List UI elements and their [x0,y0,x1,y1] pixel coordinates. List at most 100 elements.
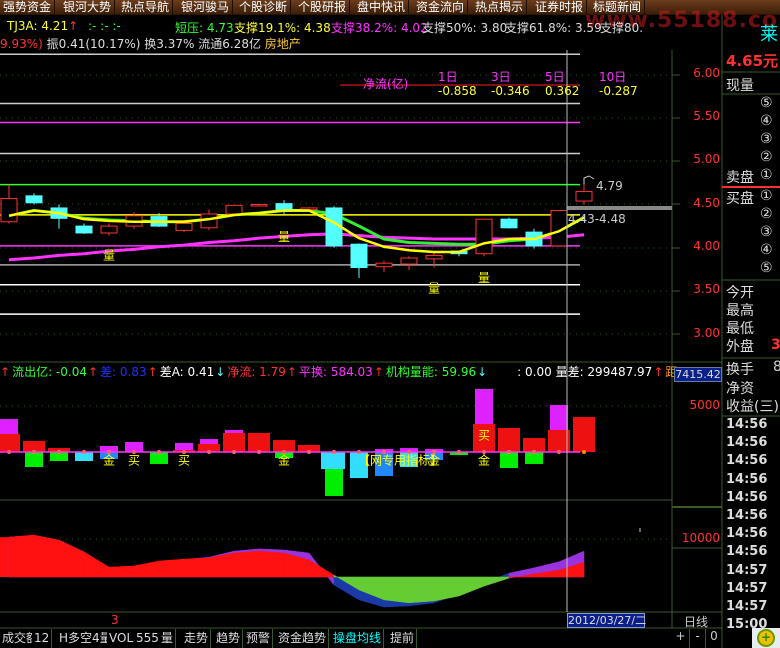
indicator-value: 差A: 0.41 [159,365,215,379]
volume-tick: 5000 [689,398,720,412]
tab-3[interactable]: VOL [107,629,137,648]
oscillator-area [458,576,485,597]
buy-level: ① [760,188,773,204]
trade-time[interactable]: 14:56 [726,490,767,505]
volume-marker: 量 [278,230,290,244]
date-box: 2012/03/27/二 [567,613,647,628]
net-flow-period: 1日 [438,70,458,84]
high-label: 最高 [726,303,754,319]
trade-time[interactable]: 14:56 [726,508,767,523]
tab-1[interactable]: 12 [32,629,53,648]
stock-name-char: 莱 [760,24,778,45]
indicator-value: 流出亿: -0.04 [12,365,87,379]
candle-body [75,225,93,234]
volume-signal-label: 金 [278,452,290,467]
price-tick: 4.00 [693,239,720,253]
volume-bar-down [321,452,345,470]
eps-label: 收益(三) [726,399,779,415]
net-flow-value: -0.287 [599,84,638,98]
indicator-value: ↑ [87,365,99,379]
trade-time[interactable]: 14:56 [726,453,767,468]
low-label: 最低 [726,321,754,337]
oscillator-area [108,565,135,578]
candle-body [575,191,593,202]
buy-level: ② [760,206,773,222]
candle-body [250,203,268,207]
candle-body [25,195,43,204]
oscillator-area [133,560,160,578]
period-label[interactable]: 日线 [684,613,708,630]
volume-bar-up [498,427,520,452]
current-price: 4.65元 [726,52,779,70]
zoom-reset-button[interactable]: 0 [706,629,722,648]
sell-label: 卖盘 [726,170,754,186]
price-tick: 5.50 [693,109,720,123]
zoom-out-button[interactable]: - [690,629,706,648]
candle-body [100,225,118,234]
net-flow-value: -0.346 [491,84,530,98]
tab-10[interactable]: 操盘均线 [331,629,385,648]
indicator-value: ↑ [0,365,11,379]
net-flow-period: 3日 [491,70,511,84]
candle-body [175,222,193,231]
net-flow-value: -0.858 [438,84,477,98]
tab-7[interactable]: 趋势 [214,629,244,648]
price-tick: 3.50 [693,282,720,296]
sell-level: ⑤ [760,95,773,111]
oscillator-area [0,537,9,577]
oscillator-tick: 10000 [681,531,720,545]
turnover-label: 换手 [726,362,754,378]
trade-time[interactable]: 14:57 [726,563,767,578]
indicator-row: ↑ 流出亿: -0.04↑ 差: 0.83↑ 差A: 0.41↓ 净流: 1.79↑ 平换… [0,363,679,380]
chart-canvas[interactable]: 量量量量金买买金【网专用指标】金买金 [0,0,780,648]
trade-time[interactable]: 14:56 [726,472,767,487]
net-flow-period: 10日 [599,70,627,84]
oscillator-area [408,576,435,604]
oscillator-area [183,557,210,578]
zoom-in-button[interactable]: + [672,629,690,648]
flag-icon [583,175,595,184]
oscillator-area [83,551,110,578]
volume-bar-down [25,452,43,467]
tab-8[interactable]: 预警 [244,629,274,648]
ma-magenta-line [8,232,585,262]
volume-signal-label: 买 [178,453,190,467]
trade-time[interactable]: 14:57 [726,599,767,614]
buy-level: ③ [760,224,773,240]
oscillator-area [8,534,35,578]
trade-time[interactable]: 14:56 [726,544,767,559]
volume-marker: 量 [428,282,440,296]
volume-bar-down [500,452,518,469]
marker-label: 3 [111,613,119,627]
trade-time[interactable]: 14:56 [726,417,767,432]
volume-bar-up [223,432,245,452]
trade-time[interactable]: 14:56 [726,526,767,541]
plus-app-icon[interactable]: + [752,628,780,648]
sell-level: ④ [760,113,773,129]
volume-marker: 量 [103,249,115,263]
oscillator-area [433,576,460,602]
tab-9[interactable]: 资金趋势 [276,629,330,648]
tab-5[interactable]: 量 [159,629,177,648]
candle-body [400,257,418,265]
net-flow-value: 0.362 [545,84,580,98]
tab-6[interactable]: 走势 [182,629,212,648]
indicator-value: 差: 0.83 [100,365,147,379]
indicator-value: : 0.00 量差: 299487.97 [517,365,653,379]
open-label: 今开 [726,285,754,301]
turnover-value: 8 [773,359,780,375]
price-range-label: 4.43-4.48 [568,212,626,226]
tab-4[interactable]: 555 [134,629,162,648]
candle-body [475,218,493,255]
trade-time[interactable]: 14:56 [726,435,767,450]
volume-bar-up [0,433,20,452]
candle-body [350,243,368,269]
trade-time[interactable]: 14:57 [726,581,767,596]
candle-body [0,197,18,223]
sell-level: ③ [760,131,773,147]
indicator-value: ↓ [215,365,226,379]
oscillator-area [258,550,285,578]
buy-level: ④ [760,242,773,258]
net-flow-period: 5日 [545,70,565,84]
tab-11[interactable]: 提前 [388,629,418,648]
